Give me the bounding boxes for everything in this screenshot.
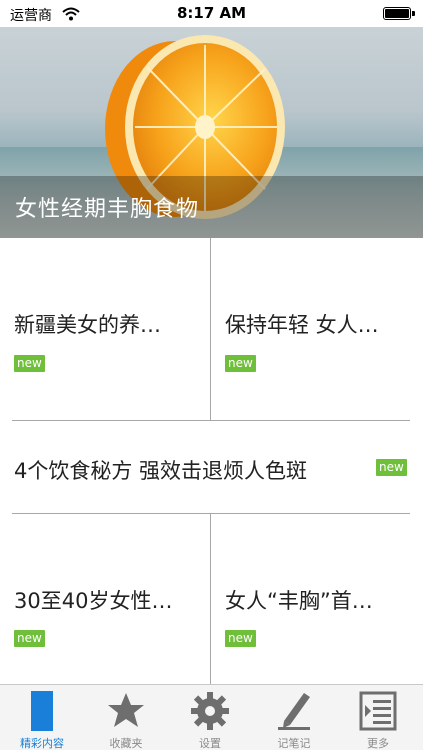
new-badge: new bbox=[225, 355, 256, 372]
hero-banner[interactable]: 女性经期丰胸食物 bbox=[0, 27, 423, 238]
article-title: 新疆美女的养… bbox=[14, 313, 161, 337]
new-badge: new bbox=[14, 630, 45, 647]
hero-caption: 女性经期丰胸食物 bbox=[15, 197, 200, 222]
new-badge: new bbox=[376, 459, 407, 476]
article-title: 保持年轻 女人… bbox=[225, 313, 379, 337]
article-title: 女人“丰胸”首… bbox=[225, 589, 373, 613]
tab-featured[interactable]: 精彩内容 bbox=[0, 685, 84, 750]
article-card[interactable]: 保持年轻 女人… new bbox=[211, 238, 423, 420]
new-badge: new bbox=[14, 355, 45, 372]
featured-icon bbox=[0, 691, 84, 733]
tab-label: 收藏夹 bbox=[109, 737, 143, 750]
tab-label: 更多 bbox=[367, 737, 389, 750]
new-badge: new bbox=[225, 630, 256, 647]
tab-label: 精彩内容 bbox=[20, 737, 64, 750]
tab-settings[interactable]: 设置 bbox=[168, 685, 252, 750]
star-icon bbox=[84, 691, 168, 733]
article-card[interactable]: 新疆美女的养… new bbox=[0, 238, 210, 420]
tab-favorites[interactable]: 收藏夹 bbox=[84, 685, 168, 750]
tab-label: 记笔记 bbox=[277, 737, 311, 750]
battery-icon bbox=[383, 7, 411, 20]
article-title: 4个饮食秘方 强效击退烦人色斑 bbox=[14, 459, 308, 483]
tab-label: 设置 bbox=[199, 737, 221, 750]
battery-tip bbox=[412, 11, 415, 16]
article-card[interactable]: 4个饮食秘方 强效击退烦人色斑 new bbox=[0, 421, 423, 513]
tab-bar: 精彩内容 收藏夹 设置 记笔记 更多 bbox=[0, 684, 423, 750]
article-title: 30至40岁女性… bbox=[14, 589, 173, 613]
article-card[interactable]: 女人“丰胸”首… new bbox=[211, 514, 423, 684]
gear-icon bbox=[168, 691, 252, 733]
pen-icon bbox=[252, 691, 336, 733]
status-bar: 运营商 8:17 AM bbox=[0, 0, 423, 27]
article-card[interactable]: 30至40岁女性… new bbox=[0, 514, 210, 684]
tab-notes[interactable]: 记笔记 bbox=[252, 685, 336, 750]
tab-more[interactable]: 更多 bbox=[336, 685, 420, 750]
status-time: 8:17 AM bbox=[176, 4, 247, 22]
more-list-icon bbox=[336, 691, 420, 733]
